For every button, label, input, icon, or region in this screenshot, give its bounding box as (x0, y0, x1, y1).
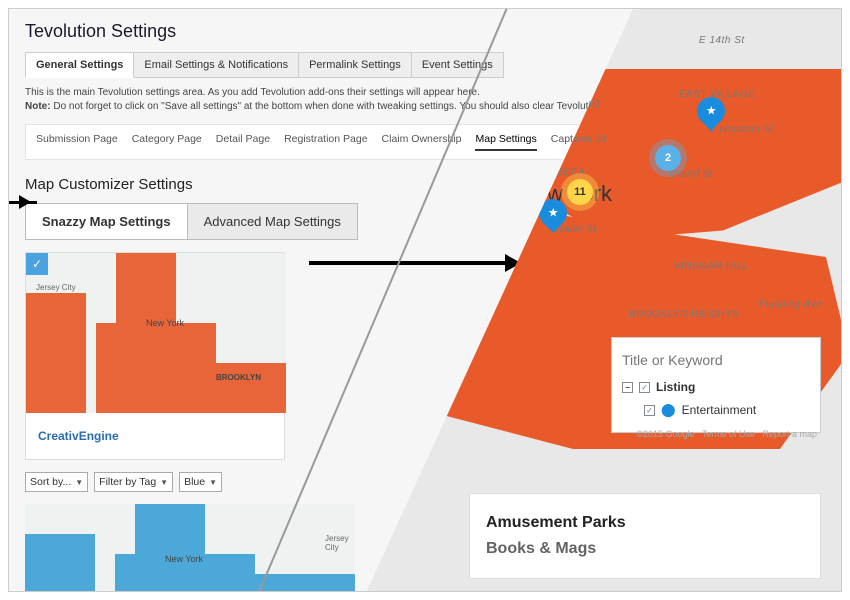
map-style-thumbnail: ✓ New York BROOKLYN Jersey City (26, 253, 286, 413)
report-link[interactable]: Report a map (762, 429, 817, 439)
category-item[interactable]: Books & Mags (486, 536, 804, 562)
arrow-icon (309, 261, 529, 265)
checkbox[interactable] (644, 405, 655, 416)
category-list: Amusement Parks Books & Mags (469, 493, 821, 579)
tab-permalink-settings[interactable]: Permalink Settings (298, 52, 412, 78)
street-label: Grand St (669, 169, 713, 180)
terms-link[interactable]: Terms of Use (702, 429, 755, 439)
map-cluster[interactable]: 11 (567, 179, 593, 205)
sectab-advanced-map[interactable]: Advanced Map Settings (187, 203, 358, 240)
street-label: E 14th St (699, 35, 745, 46)
subtab-submission-page[interactable]: Submission Page (36, 133, 118, 151)
tab-event-settings[interactable]: Event Settings (411, 52, 504, 78)
chevron-down-icon: ▼ (209, 478, 217, 487)
checkbox[interactable] (639, 382, 650, 393)
selected-check-icon: ✓ (26, 253, 48, 275)
desc-note-label: Note: (25, 101, 51, 112)
map-style-thumbnail-2[interactable]: New York Jersey City (25, 504, 355, 592)
arrow-icon (8, 201, 37, 204)
search-input[interactable] (622, 348, 810, 376)
neighborhood-label: VINEGAR HILL (674, 261, 749, 272)
tab-email-settings[interactable]: Email Settings & Notifications (133, 52, 299, 78)
star-icon: ★ (706, 104, 717, 118)
subtab-category-page[interactable]: Category Page (132, 133, 202, 151)
map-pin[interactable]: ★ (697, 97, 725, 133)
map-search-panel: Listing ⬤ Entertainment (611, 337, 821, 433)
category-label: Entertainment (682, 403, 757, 417)
street-label: Flushing Ave (759, 299, 822, 310)
neighborhood-label: BROOKLYN HEIGHTS (629, 309, 739, 320)
sectab-snazzy-map[interactable]: Snazzy Map Settings (25, 203, 188, 240)
tab-general-settings[interactable]: General Settings (25, 52, 134, 78)
chevron-down-icon: ▼ (160, 478, 168, 487)
color-select[interactable]: Blue▼ (179, 472, 222, 492)
filter-tag-select[interactable]: Filter by Tag▼ (94, 472, 173, 492)
map-style-card[interactable]: ✓ New York BROOKLYN Jersey City CreativE… (25, 252, 285, 460)
listing-label: Listing (656, 380, 695, 394)
sort-select[interactable]: Sort by...▼ (25, 472, 88, 492)
subtab-registration-page[interactable]: Registration Page (284, 133, 367, 151)
star-icon: ★ (548, 206, 559, 220)
chevron-down-icon: ▼ (75, 478, 83, 487)
category-item[interactable]: Amusement Parks (486, 510, 804, 536)
subtab-detail-page[interactable]: Detail Page (216, 133, 270, 151)
map-credits: ©2015 Google Terms of Use Report a map (636, 429, 817, 439)
subtab-map-settings[interactable]: Map Settings (475, 133, 536, 151)
pin-icon: ⬤ (661, 402, 676, 418)
desc-note-text: Do not forget to click on "Save all sett… (53, 101, 645, 112)
map-style-name: CreativEngine (26, 413, 284, 459)
map-cluster[interactable]: 2 (655, 145, 681, 171)
collapse-icon[interactable] (622, 382, 633, 393)
